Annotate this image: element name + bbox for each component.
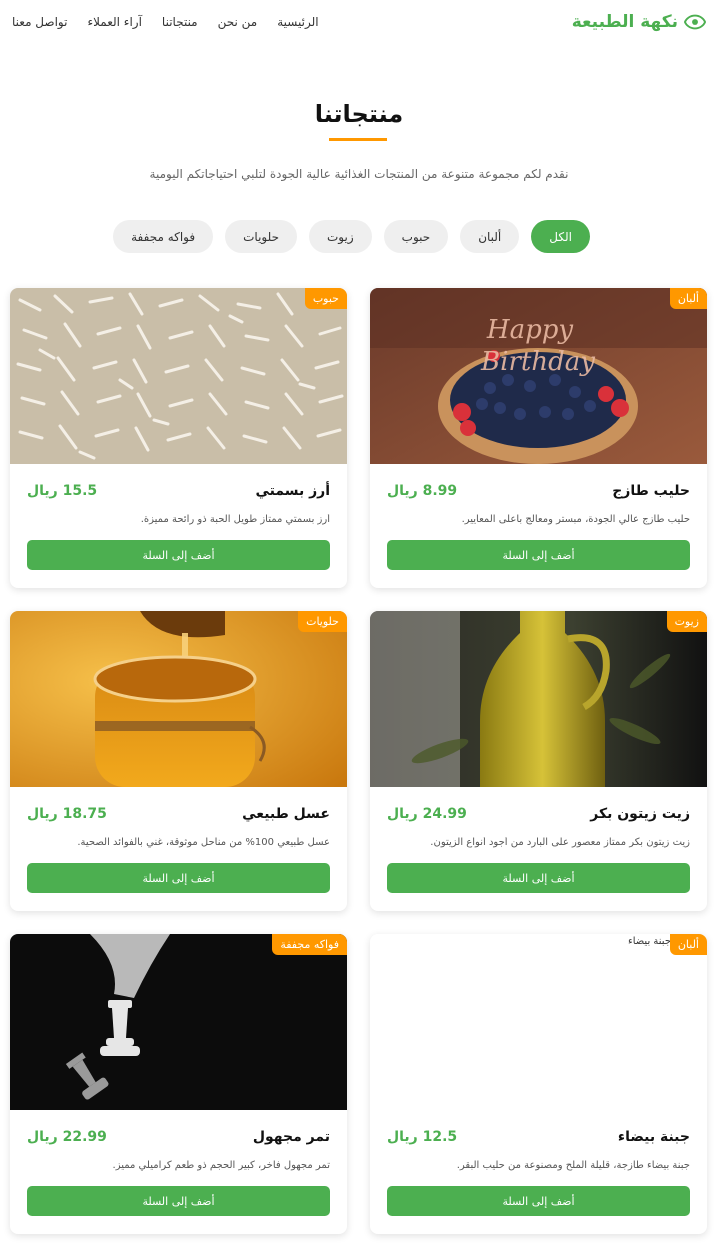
nav-item-products[interactable]: منتجاتنا (162, 15, 198, 29)
product-price: 22.99 ريال (27, 1129, 107, 1145)
product-card: Happy Birthday ألبان حليب طازج 8.99 ريال… (370, 288, 707, 588)
product-card: حبوب أرز بسمتي 15.5 ريال أرز بسمتي ممتاز… (10, 288, 347, 588)
product-card: جبنة بيضاء ألبان جبنة بيضاء 12.5 ريال جب… (370, 934, 707, 1234)
category-badge: زيوت (666, 611, 707, 632)
section-title: منتجاتنا (314, 100, 404, 128)
chess-pieces-photo: فواكه مجففة (10, 934, 347, 1110)
eye-icon (684, 14, 706, 30)
product-price: 12.5 ريال (387, 1129, 458, 1145)
add-to-cart-button[interactable]: أضف إلى السلة (27, 863, 330, 893)
category-badge: ألبان (669, 288, 707, 309)
product-card: فواكه مجففة تمر مجهول 22.99 ريال تمر مجه… (10, 934, 347, 1234)
product-description: حليب طازج عالي الجودة، مبستر ومعالج بأعل… (461, 514, 690, 525)
add-to-cart-button[interactable]: أضف إلى السلة (387, 1186, 690, 1216)
title-underline (329, 138, 387, 141)
birthday-cake-photo: Happy Birthday ألبان (370, 288, 707, 464)
filter-all[interactable]: الكل (531, 220, 590, 253)
category-badge: حلويات (298, 611, 347, 632)
nav-item-contact[interactable]: تواصل معنا (12, 15, 67, 29)
add-to-cart-button[interactable]: أضف إلى السلة (27, 540, 330, 570)
product-name: جبنة بيضاء (617, 1129, 690, 1145)
main-nav: الرئيسية من نحن منتجاتنا آراء العملاء تو… (12, 15, 319, 29)
filter-dried-fruits[interactable]: فواكه مجففة (113, 220, 214, 253)
brand-name: نكهة الطبيعة (571, 12, 678, 32)
product-price: 24.99 ريال (387, 806, 467, 822)
add-to-cart-button[interactable]: أضف إلى السلة (27, 1186, 330, 1216)
honey-jar-photo: حلويات (10, 611, 347, 787)
filter-grains[interactable]: حبوب (383, 220, 449, 253)
product-description: أرز بسمتي ممتاز طويل الحبة ذو رائحة مميز… (140, 514, 330, 525)
product-description: تمر مجهول فاخر، كبير الحجم ذو طعم كراميل… (112, 1160, 330, 1171)
nav-item-about[interactable]: من نحن (218, 15, 258, 29)
site-header: نكهة الطبيعة الرئيسية من نحن منتجاتنا آر… (0, 0, 718, 44)
olive-oil-bottle-photo: زيوت (370, 611, 707, 787)
product-description: زيت زيتون بكر ممتاز معصور على البارد من … (430, 837, 690, 848)
product-card: زيوت زيت زيتون بكر 24.99 ريال زيت زيتون … (370, 611, 707, 911)
product-price: 18.75 ريال (27, 806, 107, 822)
add-to-cart-button[interactable]: أضف إلى السلة (387, 540, 690, 570)
broken-image: جبنة بيضاء ألبان (370, 934, 707, 1110)
category-badge: حبوب (304, 288, 347, 309)
brand-logo[interactable]: نكهة الطبيعة (572, 12, 706, 32)
svg-text:Birthday: Birthday (480, 347, 595, 377)
filter-oils[interactable]: زيوت (309, 220, 372, 253)
filter-sweets[interactable]: حلويات (225, 220, 297, 253)
product-name: عسل طبيعي (242, 806, 330, 822)
section-subtitle: نقدم لكم مجموعة متنوعة من المنتجات الغذا… (149, 167, 569, 181)
nav-item-testimonials[interactable]: آراء العملاء (87, 15, 141, 29)
category-badge: ألبان (669, 934, 707, 955)
add-to-cart-button[interactable]: أضف إلى السلة (387, 863, 690, 893)
image-alt-text: جبنة بيضاء (628, 936, 671, 947)
product-name: أرز بسمتي (255, 483, 330, 499)
product-name: زيت زيتون بكر (590, 806, 690, 822)
product-card: حلويات عسل طبيعي 18.75 ريال عسل طبيعي 10… (10, 611, 347, 911)
category-badge: فواكه مجففة (272, 934, 347, 955)
category-filters: الكل ألبان حبوب زيوت حلويات فواكه مجففة (113, 220, 590, 253)
nav-item-home[interactable]: الرئيسية (277, 15, 318, 29)
svg-text:Happy: Happy (486, 315, 573, 345)
product-description: عسل طبيعي 100% من مناحل موثوقة، غني بالف… (77, 837, 330, 848)
product-description: جبنة بيضاء طازجة، قليلة الملح ومصنوعة من… (456, 1160, 690, 1171)
filter-dairy[interactable]: ألبان (460, 220, 520, 253)
product-name: حليب طازج (612, 483, 690, 499)
rice-grains-photo: حبوب (10, 288, 347, 464)
product-price: 15.5 ريال (27, 483, 98, 499)
product-price: 8.99 ريال (387, 483, 458, 499)
product-name: تمر مجهول (252, 1129, 330, 1145)
